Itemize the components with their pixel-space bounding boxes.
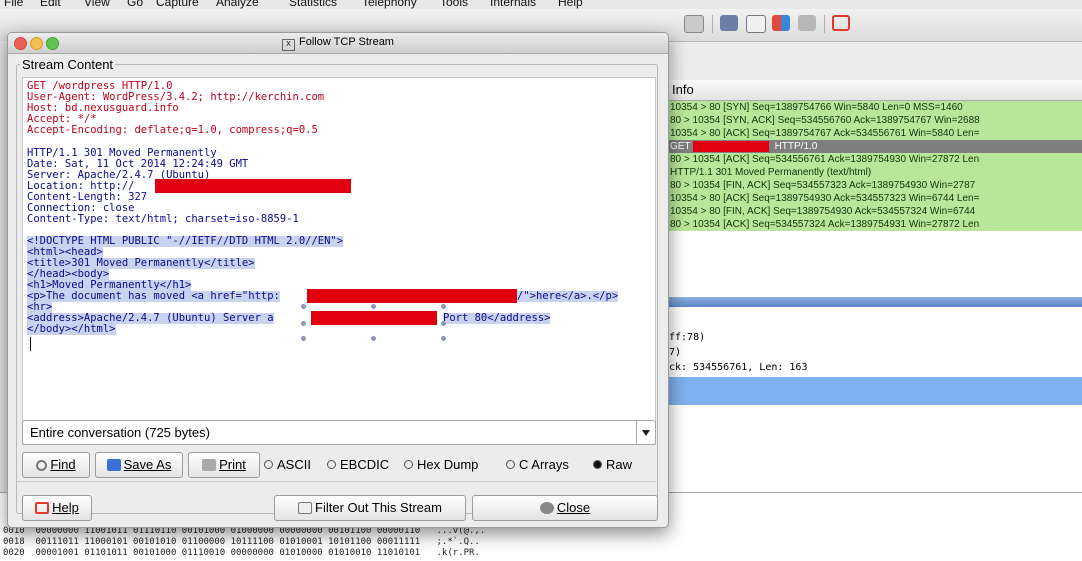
magnifier-icon bbox=[36, 460, 48, 471]
hex-row: 0020 00001001 01101011 00101000 01110010… bbox=[3, 548, 480, 558]
format-radio-hexdump[interactable]: Hex Dump bbox=[404, 457, 478, 472]
selection-handle[interactable] bbox=[301, 336, 306, 341]
redaction-bar bbox=[307, 289, 517, 303]
packet-list[interactable]: 10354 > 80 [SYN] Seq=1389754766 Win=5840… bbox=[666, 101, 1082, 297]
selection-handle[interactable] bbox=[301, 304, 306, 309]
packet-row[interactable]: 80 > 10354 [ACK] Seq=534557324 Ack=13897… bbox=[666, 218, 1082, 231]
pane-splitter[interactable] bbox=[666, 297, 1082, 307]
floppy-icon bbox=[106, 459, 121, 471]
menu-analyze[interactable]: Analyze bbox=[216, 0, 259, 9]
radio-selected-icon bbox=[593, 460, 602, 469]
packet-row[interactable]: 80 > 10354 [SYN, ACK] Seq=534556760 Ack=… bbox=[666, 114, 1082, 127]
follow-tcp-stream-dialog: X Follow TCP Stream Stream Content GET /w… bbox=[7, 32, 669, 528]
format-radio-carrays[interactable]: C Arrays bbox=[506, 457, 569, 472]
save-as-button[interactable]: Save As bbox=[95, 452, 183, 478]
radio-icon bbox=[506, 460, 515, 469]
chevron-down-icon[interactable] bbox=[636, 421, 655, 444]
detail-row[interactable]: ck: 534556761, Len: 163 bbox=[666, 361, 1082, 375]
body-line: <p>The document has moved <a href="http: bbox=[27, 290, 280, 302]
close-button[interactable]: Close bbox=[472, 495, 658, 521]
help-button[interactable]: Help bbox=[22, 495, 92, 521]
detail-row[interactable]: 7) bbox=[666, 346, 1082, 360]
packet-row[interactable]: 10354 > 80 [ACK] Seq=1389754767 Ack=5345… bbox=[666, 127, 1082, 140]
menu-edit[interactable]: Edit bbox=[40, 0, 61, 9]
hex-row: 0018 00111011 11000101 00101010 01100000… bbox=[3, 537, 480, 547]
packet-row[interactable]: 10354 > 80 [SYN] Seq=1389754766 Win=5840… bbox=[666, 101, 1082, 114]
redaction-bar bbox=[311, 311, 437, 325]
capture-filters-icon[interactable] bbox=[720, 15, 738, 31]
redaction-bar bbox=[692, 140, 769, 152]
packet-row[interactable]: HTTP/1.1 301 Moved Permanently (text/htm… bbox=[666, 166, 1082, 179]
display-filters-icon[interactable] bbox=[746, 15, 766, 33]
x11-app-icon: X bbox=[282, 39, 296, 51]
body-line-tail: Port 80</address> bbox=[443, 312, 551, 324]
radio-icon bbox=[404, 460, 413, 469]
find-button[interactable]: Find bbox=[22, 452, 90, 478]
menu-view[interactable]: View bbox=[84, 0, 110, 9]
stream-text-area[interactable]: GET /wordpress HTTP/1.0 User-Agent: Word… bbox=[22, 77, 656, 445]
text-caret bbox=[30, 337, 31, 351]
conversation-select-value: Entire conversation (725 bytes) bbox=[30, 425, 210, 440]
lifebuoy-icon bbox=[35, 502, 50, 514]
info-column-header[interactable]: Info bbox=[672, 82, 694, 97]
dialog-title: X Follow TCP Stream bbox=[8, 36, 668, 51]
body-line-tail: /">here</a>.</p> bbox=[517, 290, 619, 302]
packet-row[interactable]: 80 > 10354 [FIN, ACK] Seq=534557323 Ack=… bbox=[666, 179, 1082, 192]
help-icon[interactable] bbox=[832, 15, 850, 31]
filter-out-stream-button[interactable]: Filter Out This Stream bbox=[274, 495, 466, 521]
selection-handle[interactable] bbox=[441, 321, 446, 326]
menu-go[interactable]: Go bbox=[127, 0, 143, 9]
printer-icon bbox=[202, 459, 217, 471]
preferences-icon[interactable] bbox=[798, 15, 816, 31]
packet-row[interactable]: 10354 > 80 [FIN, ACK] Seq=1389754930 Ack… bbox=[666, 205, 1082, 218]
redaction-bar bbox=[155, 179, 351, 193]
coloring-rules-icon[interactable] bbox=[772, 15, 790, 31]
dialog-titlebar[interactable]: X Follow TCP Stream bbox=[8, 33, 668, 54]
packet-protocol: HTTP/1.0 bbox=[774, 141, 818, 152]
divider bbox=[16, 481, 656, 482]
menu-bar: File Edit View Go Capture Analyze Statis… bbox=[0, 0, 1082, 9]
detail-row[interactable]: ff:78) bbox=[666, 331, 1082, 345]
packet-row[interactable]: 80 > 10354 [ACK] Seq=534556761 Ack=13897… bbox=[666, 153, 1082, 166]
radio-icon bbox=[327, 460, 336, 469]
menu-telephony[interactable]: Telephony bbox=[362, 0, 417, 9]
menu-tools[interactable]: Tools bbox=[440, 0, 468, 9]
conversation-select[interactable]: Entire conversation (725 bytes) bbox=[22, 420, 656, 445]
detail-row-selected[interactable] bbox=[666, 377, 1082, 391]
selection-handle[interactable] bbox=[301, 321, 306, 326]
menu-help[interactable]: Help bbox=[558, 0, 583, 9]
packet-row[interactable]: 10354 > 80 [ACK] Seq=1389754930 Ack=5345… bbox=[666, 192, 1082, 205]
packet-row-selected[interactable]: GET HTTP/1.0 bbox=[666, 140, 1082, 153]
body-line: </body></html> bbox=[27, 323, 116, 335]
auto-scroll-icon[interactable] bbox=[684, 15, 704, 33]
close-icon bbox=[539, 502, 554, 514]
menu-file[interactable]: File bbox=[4, 0, 23, 9]
menu-internals[interactable]: Internals bbox=[490, 0, 536, 9]
request-line: Accept-Encoding: deflate;q=1.0, compress… bbox=[27, 124, 318, 136]
selection-handle[interactable] bbox=[441, 336, 446, 341]
filter-icon bbox=[298, 502, 313, 514]
packet-method: GET bbox=[670, 141, 691, 152]
detail-row-selected[interactable] bbox=[666, 391, 1082, 405]
response-line: Content-Type: text/html; charset=iso-885… bbox=[27, 213, 299, 225]
radio-icon bbox=[264, 460, 273, 469]
format-radio-raw[interactable]: Raw bbox=[593, 457, 632, 472]
format-radio-ascii[interactable]: ASCII bbox=[264, 457, 311, 472]
packet-list-header: Info bbox=[666, 80, 1082, 101]
menu-statistics[interactable]: Statistics bbox=[289, 0, 337, 9]
stream-content-label: Stream Content bbox=[20, 57, 116, 72]
selection-handle[interactable] bbox=[371, 336, 376, 341]
format-radio-ebcdic[interactable]: EBCDIC bbox=[327, 457, 389, 472]
print-button[interactable]: Print bbox=[188, 452, 260, 478]
selection-handle[interactable] bbox=[441, 304, 446, 309]
packet-details[interactable]: ff:78) 7) ck: 534556761, Len: 163 bbox=[666, 307, 1082, 492]
selection-handle[interactable] bbox=[371, 304, 376, 309]
menu-capture[interactable]: Capture bbox=[156, 0, 199, 9]
